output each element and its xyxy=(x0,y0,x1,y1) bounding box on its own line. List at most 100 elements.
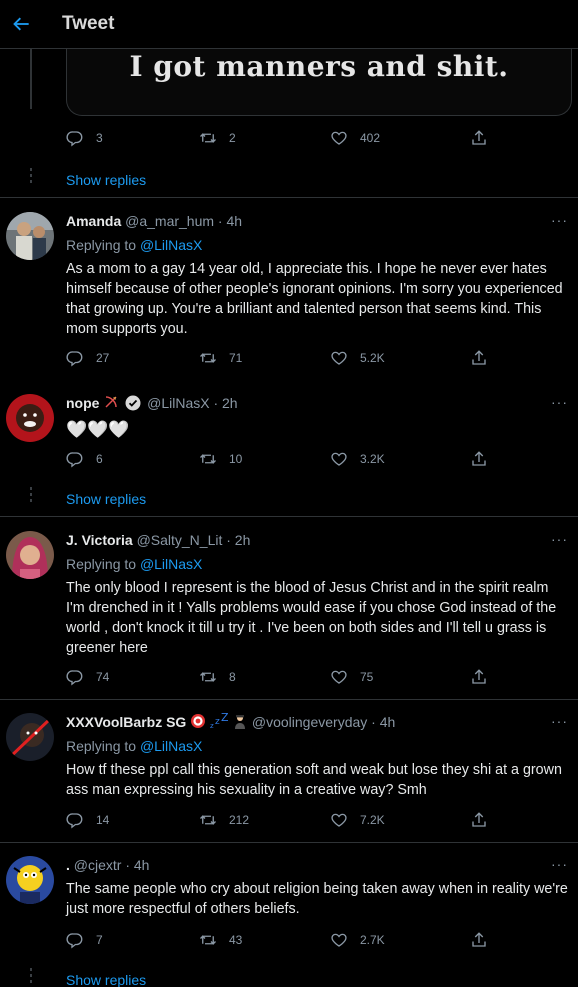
reply-icon xyxy=(66,668,84,686)
more-options-button[interactable]: ··· xyxy=(551,212,568,228)
retweet-count: 8 xyxy=(229,670,236,684)
thread-dots xyxy=(30,968,32,986)
svg-text:z: z xyxy=(210,722,214,729)
handle-time[interactable]: @a_mar_hum · 4h xyxy=(125,213,242,229)
svg-text:z: z xyxy=(215,717,220,727)
reply-count: 6 xyxy=(96,452,103,466)
more-options-button[interactable]: ··· xyxy=(551,856,568,872)
like-button[interactable]: 5.2K xyxy=(330,346,385,370)
handle-time[interactable]: @Salty_N_Lit · 2h xyxy=(137,532,251,548)
retweet-count: 212 xyxy=(229,813,250,827)
retweet-button[interactable]: 8 xyxy=(199,665,236,689)
thread-dots xyxy=(30,168,32,186)
like-button[interactable]: 7.2K xyxy=(330,808,385,832)
retweet-button[interactable]: 212 xyxy=(199,808,249,832)
share-button[interactable] xyxy=(470,126,488,150)
reply-count: 3 xyxy=(96,131,103,145)
bow-and-arrow-icon xyxy=(105,396,118,408)
more-options-button[interactable]: ··· xyxy=(551,394,568,410)
page-title: Tweet xyxy=(62,13,115,34)
share-button[interactable] xyxy=(470,665,488,689)
replying-to: Replying to @LilNasX xyxy=(66,556,203,572)
retweet-button[interactable]: 43 xyxy=(199,928,242,952)
display-name[interactable]: nope xyxy=(66,395,99,411)
reply-count: 74 xyxy=(96,670,110,684)
like-button[interactable]: 3.2K xyxy=(330,447,385,471)
tweet-actions: 27 71 5.2K xyxy=(66,346,496,370)
display-name[interactable]: . xyxy=(66,857,70,873)
retweet-icon xyxy=(199,811,217,829)
divider xyxy=(0,197,578,198)
like-count: 75 xyxy=(360,670,374,684)
reply-button[interactable]: 14 xyxy=(66,808,109,832)
reply-button[interactable]: 3 xyxy=(66,126,103,150)
tweet-actions: 7 43 2.7K xyxy=(66,928,496,952)
retweet-button[interactable]: 10 xyxy=(199,447,242,471)
target-icon xyxy=(191,714,206,728)
avatar[interactable] xyxy=(6,713,54,761)
media-caption: I got manners and shit. xyxy=(129,50,509,83)
avatar[interactable] xyxy=(6,856,54,904)
handle-time[interactable]: @LilNasX · 2h xyxy=(147,395,237,411)
reply-button[interactable]: 6 xyxy=(66,447,103,471)
display-name[interactable]: J. Victoria xyxy=(66,532,133,548)
reply-button[interactable]: 7 xyxy=(66,928,103,952)
avatar[interactable] xyxy=(6,394,54,442)
reply-button[interactable]: 27 xyxy=(66,346,109,370)
replying-to-link[interactable]: @LilNasX xyxy=(140,237,202,253)
like-button[interactable]: 2.7K xyxy=(330,928,385,952)
avatar-image xyxy=(6,856,54,904)
handle-time[interactable]: @cjextr · 4h xyxy=(74,857,150,873)
replying-to: Replying to @LilNasX xyxy=(66,237,203,253)
show-replies-link[interactable]: Show replies xyxy=(66,491,146,507)
share-button[interactable] xyxy=(470,928,488,952)
display-name[interactable]: XXXVoolBarbz SG xyxy=(66,714,186,730)
share-icon xyxy=(470,129,488,147)
tweet-actions: 14 212 7.2K xyxy=(66,808,496,832)
retweet-count: 71 xyxy=(229,351,243,365)
avatar-image xyxy=(6,212,54,260)
reply-count: 27 xyxy=(96,351,110,365)
reply-icon xyxy=(66,129,84,147)
like-count: 3.2K xyxy=(360,452,385,466)
display-name[interactable]: Amanda xyxy=(66,213,121,229)
tweet-text: The only blood I represent is the blood … xyxy=(66,580,557,656)
like-button[interactable]: 402 xyxy=(330,126,380,150)
avatar[interactable] xyxy=(6,212,54,260)
handle-time[interactable]: @voolingeveryday · 4h xyxy=(252,714,395,730)
more-options-button[interactable]: ··· xyxy=(551,531,568,547)
heart-icon xyxy=(330,811,348,829)
avatar[interactable] xyxy=(6,531,54,579)
avatar-image xyxy=(6,394,54,442)
divider xyxy=(0,842,578,843)
more-options-button[interactable]: ··· xyxy=(551,713,568,729)
retweet-button[interactable]: 71 xyxy=(199,346,242,370)
share-button[interactable] xyxy=(470,447,488,471)
share-icon xyxy=(470,668,488,686)
tweet-actions: 3 2 402 xyxy=(66,126,496,150)
reply-button[interactable]: 74 xyxy=(66,665,109,689)
back-button[interactable] xyxy=(2,4,42,44)
show-replies-link[interactable]: Show replies xyxy=(66,972,146,987)
thread-dots xyxy=(30,487,32,505)
avatar-image xyxy=(6,531,54,579)
reply-icon xyxy=(66,349,84,367)
share-icon xyxy=(470,931,488,949)
replying-to: Replying to @LilNasX xyxy=(66,738,203,754)
thread-line xyxy=(30,49,32,109)
show-replies-link[interactable]: Show replies xyxy=(66,172,146,188)
divider xyxy=(0,699,578,700)
like-count: 402 xyxy=(360,131,381,145)
share-button[interactable] xyxy=(470,808,488,832)
retweet-count: 10 xyxy=(229,452,243,466)
divider xyxy=(0,516,578,517)
replying-to-link[interactable]: @LilNasX xyxy=(140,556,202,572)
retweet-button[interactable]: 2 xyxy=(199,126,236,150)
share-icon xyxy=(470,450,488,468)
tweet-text: 🤍🤍🤍 xyxy=(66,420,130,439)
tweet-text: As a mom to a gay 14 year old, I appreci… xyxy=(66,261,563,337)
share-button[interactable] xyxy=(470,346,488,370)
reply-icon xyxy=(66,450,84,468)
like-button[interactable]: 75 xyxy=(330,665,373,689)
replying-to-link[interactable]: @LilNasX xyxy=(140,738,202,754)
